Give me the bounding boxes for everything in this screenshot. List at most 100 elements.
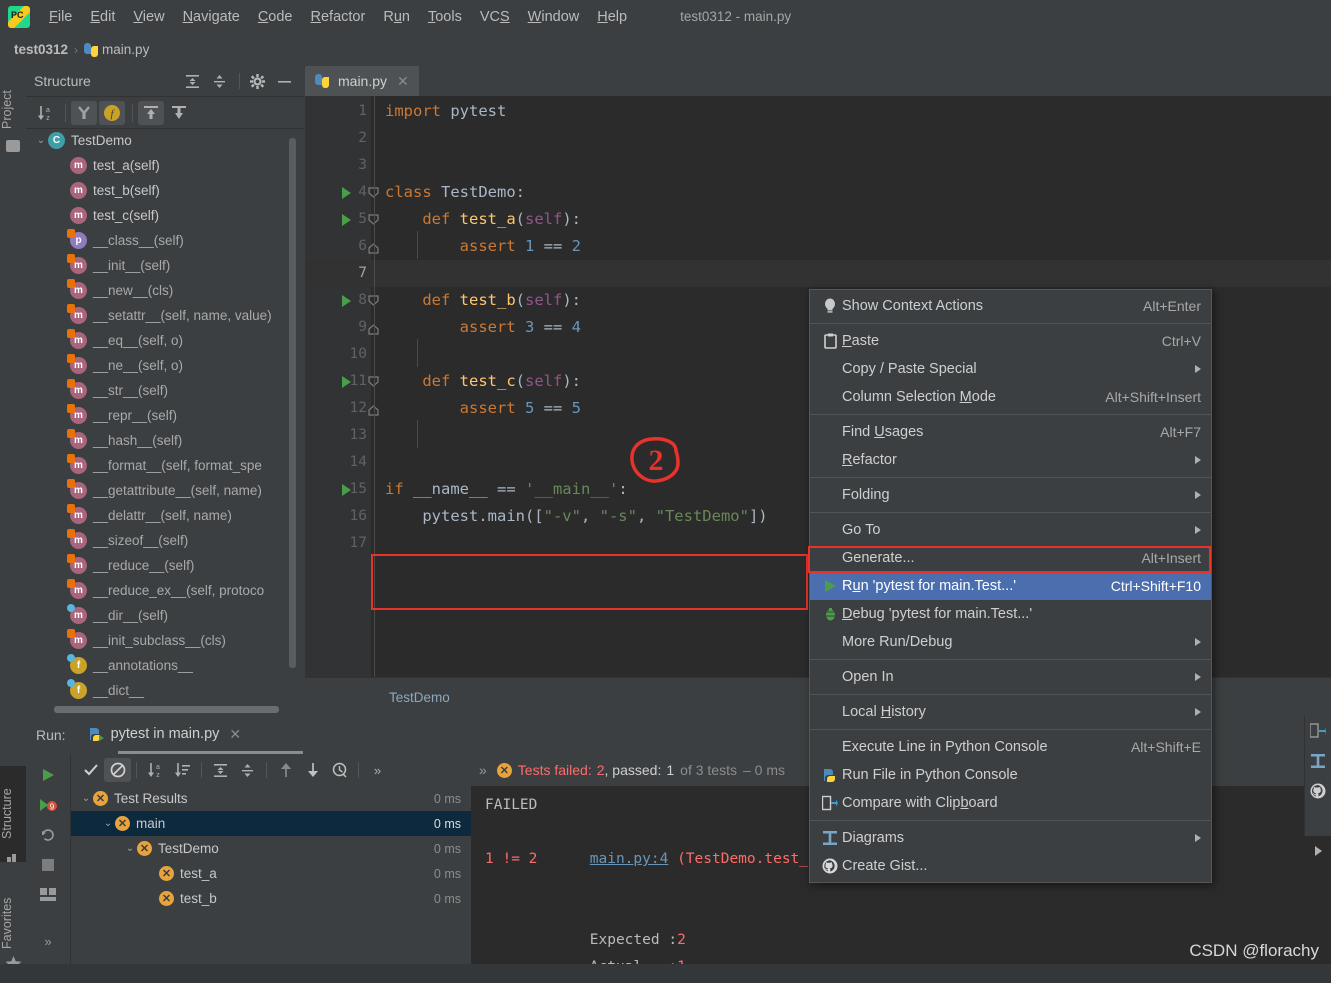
code-line[interactable]: assert 1 == 2 [385,233,581,260]
test-result-row[interactable]: ⌄ ✕ Test Results 0 ms [71,786,471,811]
collapse-all-icon[interactable] [207,70,231,92]
structure-tree-item[interactable]: m __getattribute__(self, name) [26,478,304,503]
sidebar-item-project[interactable]: Project [0,70,26,150]
show-inherited-icon[interactable] [71,100,97,125]
menu-item-view[interactable]: View [124,6,173,28]
menu-item-navigate[interactable]: Navigate [174,6,249,28]
next-failed-icon[interactable] [299,758,326,782]
menu-item-tools[interactable]: Tools [419,6,471,28]
structure-tree-item[interactable]: m test_b(self) [26,178,304,203]
expand-right-icon[interactable] [1305,836,1331,866]
code-line[interactable]: assert 5 == 5 [385,395,581,422]
show-passed-icon[interactable] [77,758,104,782]
structure-tree-item[interactable]: m test_a(self) [26,153,304,178]
code-line[interactable]: class TestDemo: [385,179,525,206]
structure-tree-item[interactable]: m __new__(cls) [26,278,304,303]
structure-tree-item[interactable]: m __sizeof__(self) [26,528,304,553]
menu-item-refactor[interactable]: Refactor [302,6,375,28]
structure-tree-item[interactable]: m __dir__(self) [26,603,304,628]
run-tab[interactable]: pytest in main.py ✕ [88,726,241,745]
expand-chevron-icon[interactable]: » [479,762,487,778]
code-line[interactable]: def test_a(self): [385,206,581,233]
context-menu-item[interactable]: Refactor [810,446,1211,474]
menu-item-window[interactable]: Window [519,6,589,28]
run-gutter-icon[interactable] [342,295,351,307]
context-menu-item[interactable]: Show Context Actions Alt+Enter [810,292,1211,320]
context-menu-item[interactable]: Generate... Alt+Insert [810,544,1211,572]
context-menu-item[interactable]: Local History [810,698,1211,726]
structure-tree-item[interactable]: m __format__(self, format_spe [26,453,304,478]
run-gutter-icon[interactable] [342,214,351,226]
scroll-from-source-icon[interactable] [138,100,164,125]
code-line[interactable]: pytest.main(["-v", "-s", "TestDemo"]) [385,503,767,530]
structure-tree-item[interactable]: m __repr__(self) [26,403,304,428]
prev-failed-icon[interactable] [272,758,299,782]
test-results-tree[interactable]: ⌄ ✕ Test Results 0 ms ⌄ ✕ main 0 ms ⌄ ✕ TestDemo 0 … [71,786,471,964]
show-ignored-icon[interactable] [104,758,131,782]
structure-tree-item[interactable]: p __class__(self) [26,228,304,253]
structure-tree-item[interactable]: m __ne__(self, o) [26,353,304,378]
context-menu-item[interactable]: More Run/Debug [810,628,1211,656]
close-icon[interactable]: ✕ [229,726,241,743]
menu-item-edit[interactable]: Edit [81,6,124,28]
sort-by-duration-icon[interactable] [169,758,196,782]
structure-tree-item[interactable]: f __annotations__ [26,653,304,678]
structure-tree-item[interactable]: m __delattr__(self, name) [26,503,304,528]
more-icon[interactable]: » [33,926,63,956]
structure-tree-item[interactable]: ⌄ C TestDemo [26,128,304,153]
test-result-row[interactable]: ⌄ ✕ main 0 ms [71,811,471,836]
context-menu-item[interactable]: Column Selection Mode Alt+Shift+Insert [810,383,1211,411]
structure-tree-item[interactable]: m __reduce__(self) [26,553,304,578]
breadcrumb-file[interactable]: main.py [102,42,149,57]
chevron-down-icon[interactable]: ⌄ [101,818,115,829]
context-menu-item[interactable]: Run 'pytest for main.Test...' Ctrl+Shift+… [810,572,1211,600]
history-icon[interactable] [326,758,353,782]
editor-context-menu[interactable]: Show Context Actions Alt+Enter Paste Ctrl+V… [809,289,1212,883]
code-line[interactable]: if __name__ == '__main__': [385,476,628,503]
layout-settings-icon[interactable] [33,880,63,910]
context-menu-item[interactable]: Execute Line in Python Console Alt+Shift+… [810,733,1211,761]
tab-main-py[interactable]: main.py ✕ [305,66,419,96]
menu-item-help[interactable]: Help [588,6,636,28]
compare-icon[interactable] [1305,716,1331,746]
test-result-row[interactable]: ✕ test_a 0 ms [71,861,471,886]
structure-horizontal-scrollbar[interactable] [54,706,279,713]
sidebar-item-structure[interactable]: Structure [0,766,26,862]
menu-item-file[interactable]: File [40,6,81,28]
structure-tree-item[interactable]: m __reduce_ex__(self, protoco [26,578,304,603]
run-gutter-icon[interactable] [342,484,351,496]
context-menu-item[interactable]: Open In [810,663,1211,691]
structure-tree-item[interactable]: m __hash__(self) [26,428,304,453]
context-menu-item[interactable]: Create Gist... [810,852,1211,880]
breadcrumb-class[interactable]: TestDemo [389,690,450,705]
code-line[interactable]: def test_b(self): [385,287,581,314]
code-line[interactable]: def test_c(self): [385,368,581,395]
structure-tree-item[interactable]: m __init__(self) [26,253,304,278]
breadcrumb-project[interactable]: test0312 [14,42,68,57]
close-icon[interactable]: ✕ [397,73,409,90]
context-menu-item[interactable]: Copy / Paste Special [810,355,1211,383]
structure-tree-item[interactable]: m __setattr__(self, name, value) [26,303,304,328]
source-link[interactable]: main.py:4 [590,851,669,867]
run-gutter-icon[interactable] [342,187,351,199]
menu-item-vcs[interactable]: VCS [471,6,519,28]
toggle-auto-test-icon[interactable] [33,820,63,850]
code-line[interactable]: import pytest [385,98,506,125]
scroll-to-source-icon[interactable] [166,101,192,125]
structure-tree-item[interactable]: f __dict__ [26,678,304,703]
collapse-all-icon[interactable] [234,758,261,782]
github-icon[interactable] [1305,776,1331,806]
sidebar-item-favorites[interactable]: Favorites [0,878,26,968]
structure-tree-item[interactable]: m test_c(self) [26,203,304,228]
code-line[interactable]: assert 3 == 4 [385,314,581,341]
show-fields-icon[interactable]: f [99,100,125,125]
context-menu-item[interactable]: Find Usages Alt+F7 [810,418,1211,446]
test-result-row[interactable]: ✕ test_b 0 ms [71,886,471,911]
structure-tree[interactable]: ⌄ C TestDemo m test_a(self) m test_b(self) m tes… [26,128,304,716]
structure-tree-item[interactable]: m __str__(self) [26,378,304,403]
sort-alphabetically-icon[interactable]: az [32,101,58,125]
structure-tree-item[interactable]: m __init_subclass__(cls) [26,628,304,653]
chevron-down-icon[interactable]: ⌄ [79,793,93,804]
rerun-icon[interactable] [33,760,63,790]
chevron-down-icon[interactable]: ⌄ [123,843,137,854]
